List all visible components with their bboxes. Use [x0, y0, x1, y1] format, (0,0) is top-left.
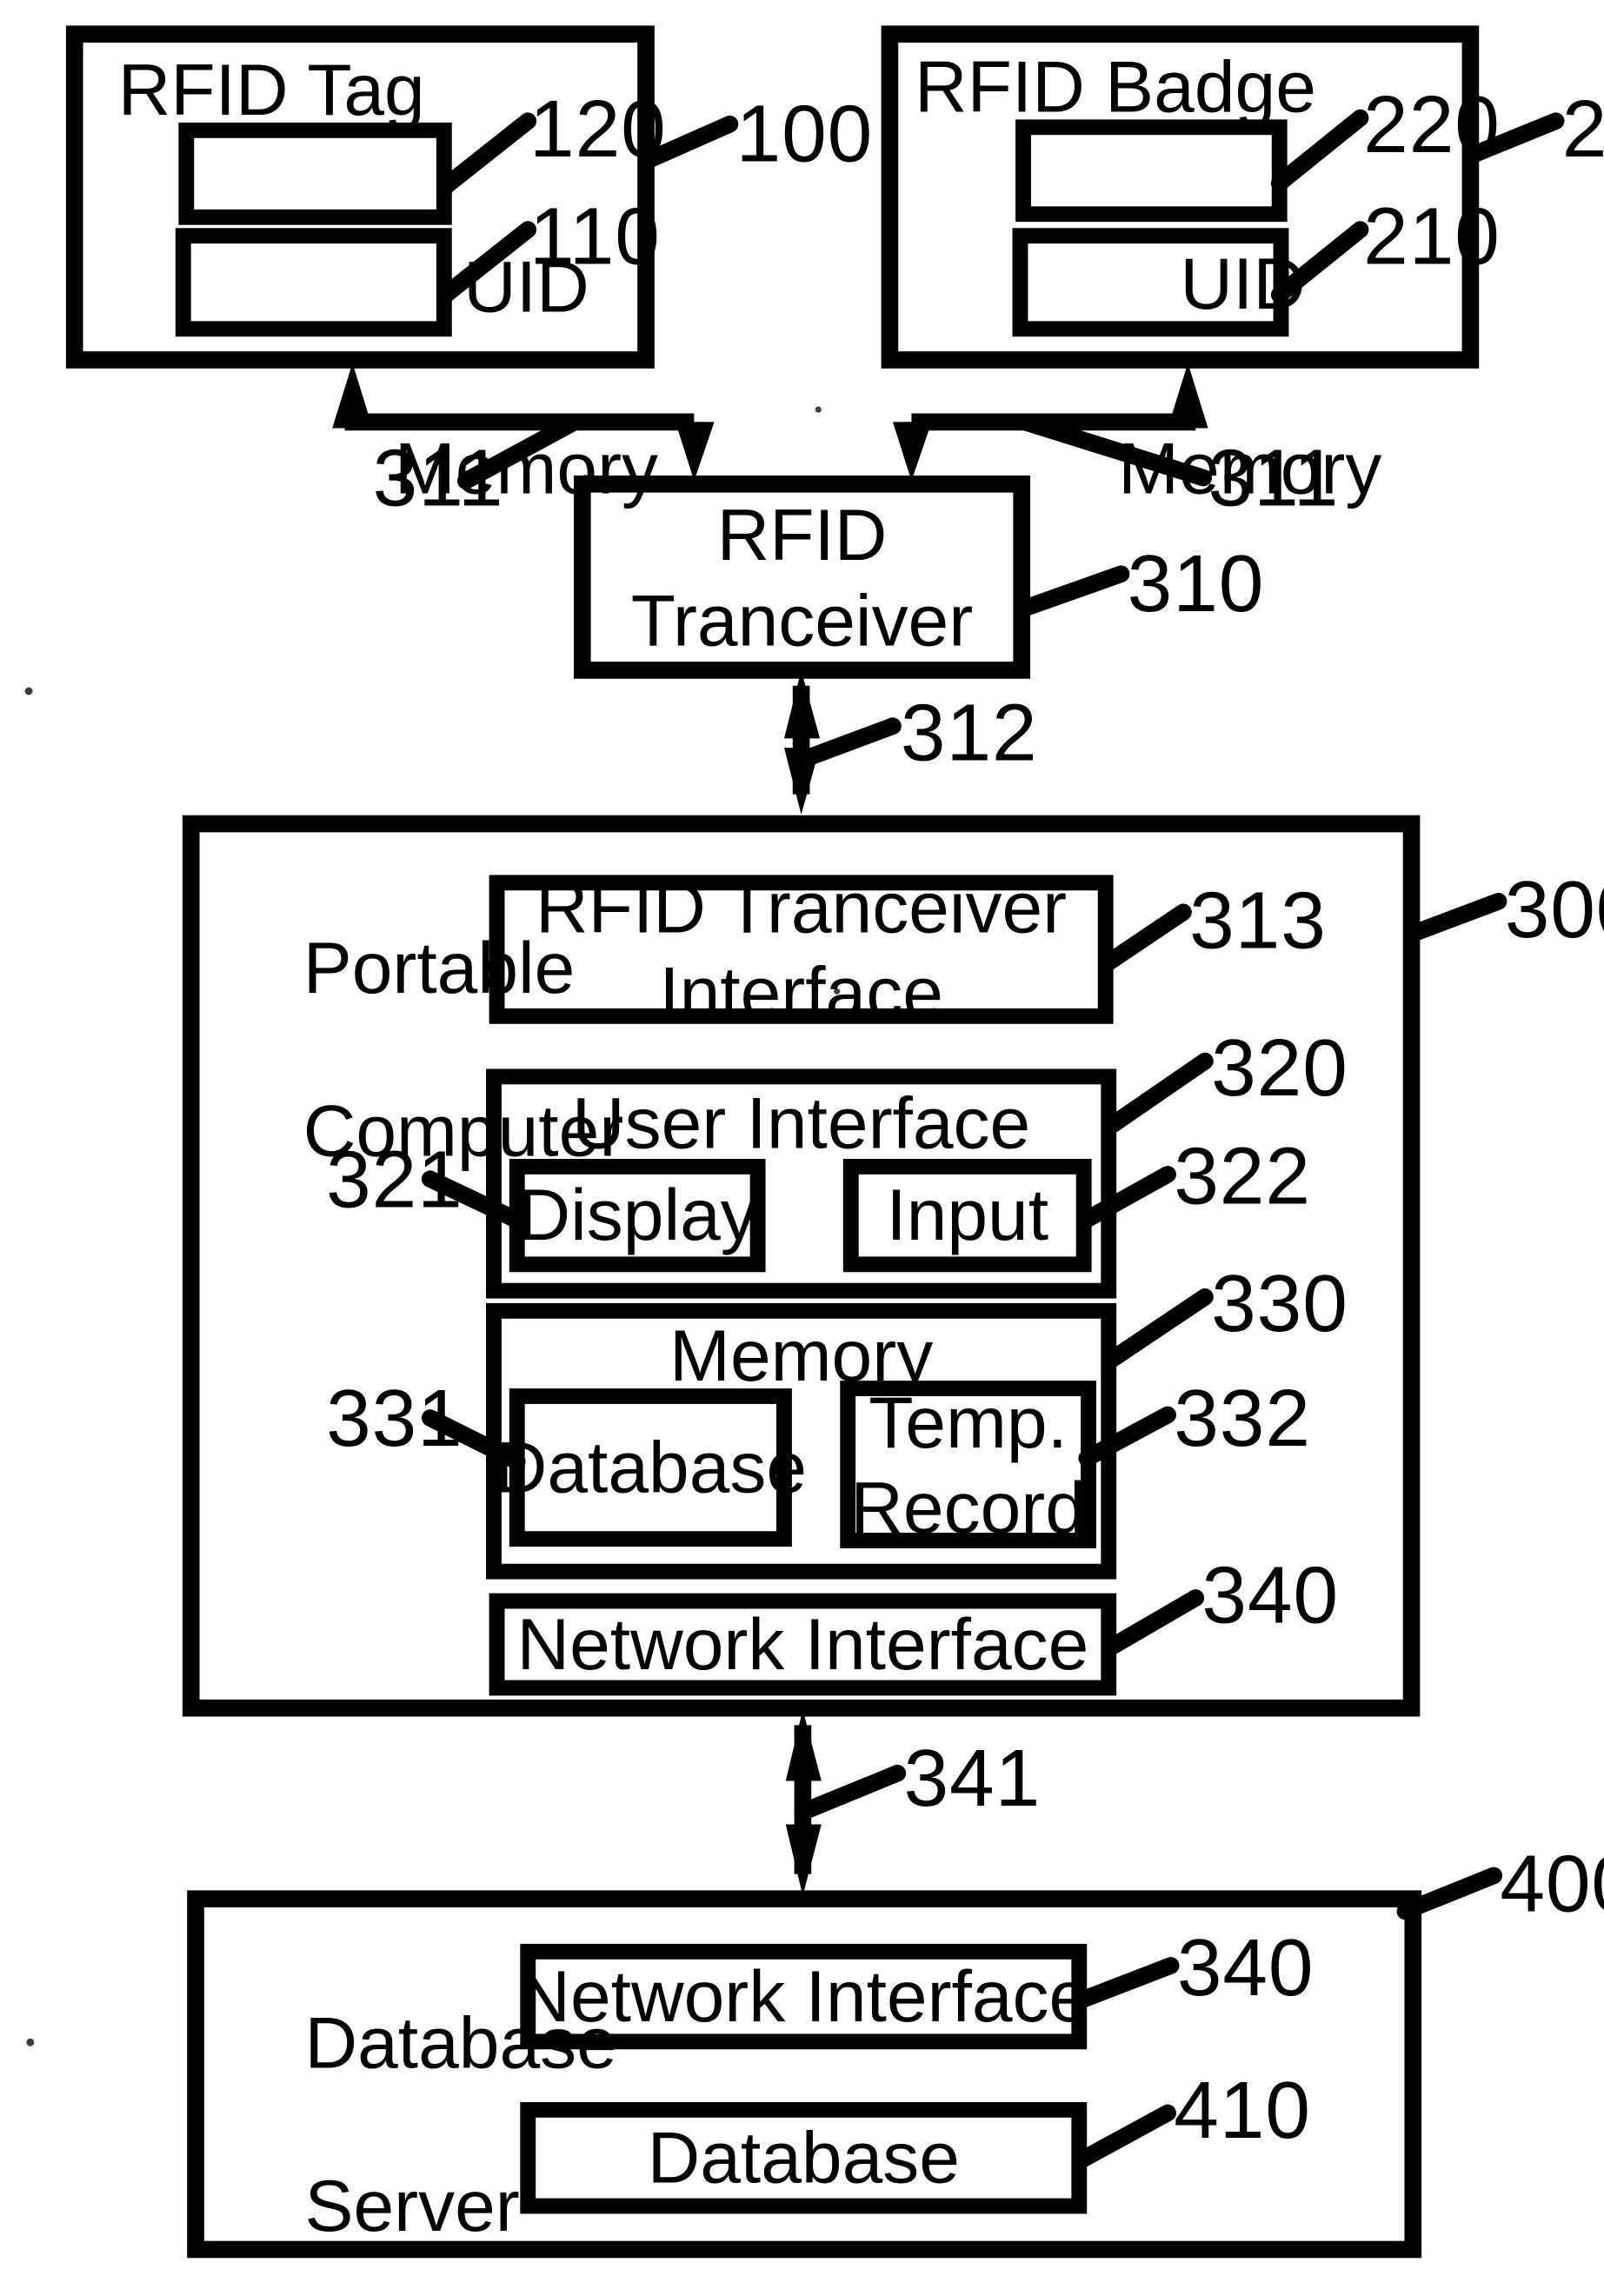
temp-record-label: Temp. Record: [848, 1380, 1088, 1548]
arrowhead-311-right-down: [892, 422, 932, 482]
patent-figure-page: .bx { fill:#ffffff; stroke:#000000; stro…: [0, 0, 1604, 2296]
database-label: Database: [494, 1425, 808, 1507]
ref-341: 341: [903, 1734, 1042, 1825]
ref-332: 332: [1174, 1374, 1311, 1465]
rfid-transceiver-label-line1: RFID: [716, 492, 888, 576]
leader-300: [1408, 892, 1507, 942]
rfid-badge-uid-box: [1015, 119, 1288, 223]
ref-312: 312: [900, 689, 1038, 779]
rfid-transceiver-label-line2: Tranceiver: [630, 578, 974, 662]
ref-340-portable: 340: [1201, 1551, 1340, 1641]
server-network-interface-label: Network Interface: [517, 1953, 1090, 2037]
scan-speck: [24, 687, 33, 695]
ref-410: 410: [1174, 2066, 1311, 2157]
scan-speck: [582, 475, 589, 482]
arrowhead-312-up: [783, 669, 821, 739]
ref-311-left: 311: [372, 434, 504, 525]
ref-220: 220: [1363, 80, 1501, 171]
ref-120: 120: [529, 85, 667, 176]
ref-321: 321: [326, 1135, 463, 1226]
ref-110: 110: [529, 192, 661, 283]
ref-330: 330: [1211, 1259, 1348, 1350]
ref-100: 100: [735, 90, 874, 180]
rfid-badge-title: RFID Badge: [914, 44, 1316, 128]
arrowhead-341-down: [785, 1824, 822, 1896]
rfid-transceiver-interface-label: RFID Tranceiver Interface: [497, 865, 1106, 1034]
scan-speck: [815, 406, 822, 413]
scan-speck: [834, 988, 841, 995]
rfid-tag-uid-box: [178, 122, 452, 225]
ref-300: 300: [1504, 865, 1604, 956]
user-interface-label: User Interface: [571, 1081, 1031, 1164]
temp-record-line1: Temp.: [869, 1380, 1068, 1462]
rfid-tag-uid-label: UID: [463, 245, 589, 328]
display-label: Display: [517, 1173, 757, 1255]
server-database-label: Database: [647, 2115, 960, 2199]
ref-210: 210: [1363, 192, 1501, 283]
ref-311-right: 311: [1208, 434, 1340, 525]
ref-331: 331: [326, 1374, 463, 1465]
rfid-tag-title: RFID Tag: [117, 48, 425, 130]
scan-speck: [26, 2038, 35, 2046]
leader-310: [1015, 565, 1130, 617]
ref-200: 200: [1561, 85, 1604, 176]
ref-322: 322: [1174, 1132, 1311, 1223]
ref-310: 310: [1127, 539, 1265, 630]
portable-network-interface-label: Network Interface: [516, 1601, 1089, 1685]
rfid-transceiver-interface-line2: Interface: [659, 950, 943, 1034]
ref-313: 313: [1189, 876, 1327, 967]
input-label: Input: [886, 1173, 1049, 1255]
arrowhead-341-up: [785, 1709, 822, 1781]
ref-400: 400: [1500, 1840, 1604, 1930]
ref-320: 320: [1211, 1023, 1348, 1115]
rfid-transceiver-interface-line1: RFID Tranceiver: [536, 864, 1068, 948]
temp-record-line2: Record: [850, 1466, 1086, 1548]
rfid-transceiver-label: RFID Tranceiver: [582, 484, 1022, 670]
ref-340-server: 340: [1176, 1923, 1314, 2014]
database-server-title-line2: Server: [304, 2164, 520, 2246]
